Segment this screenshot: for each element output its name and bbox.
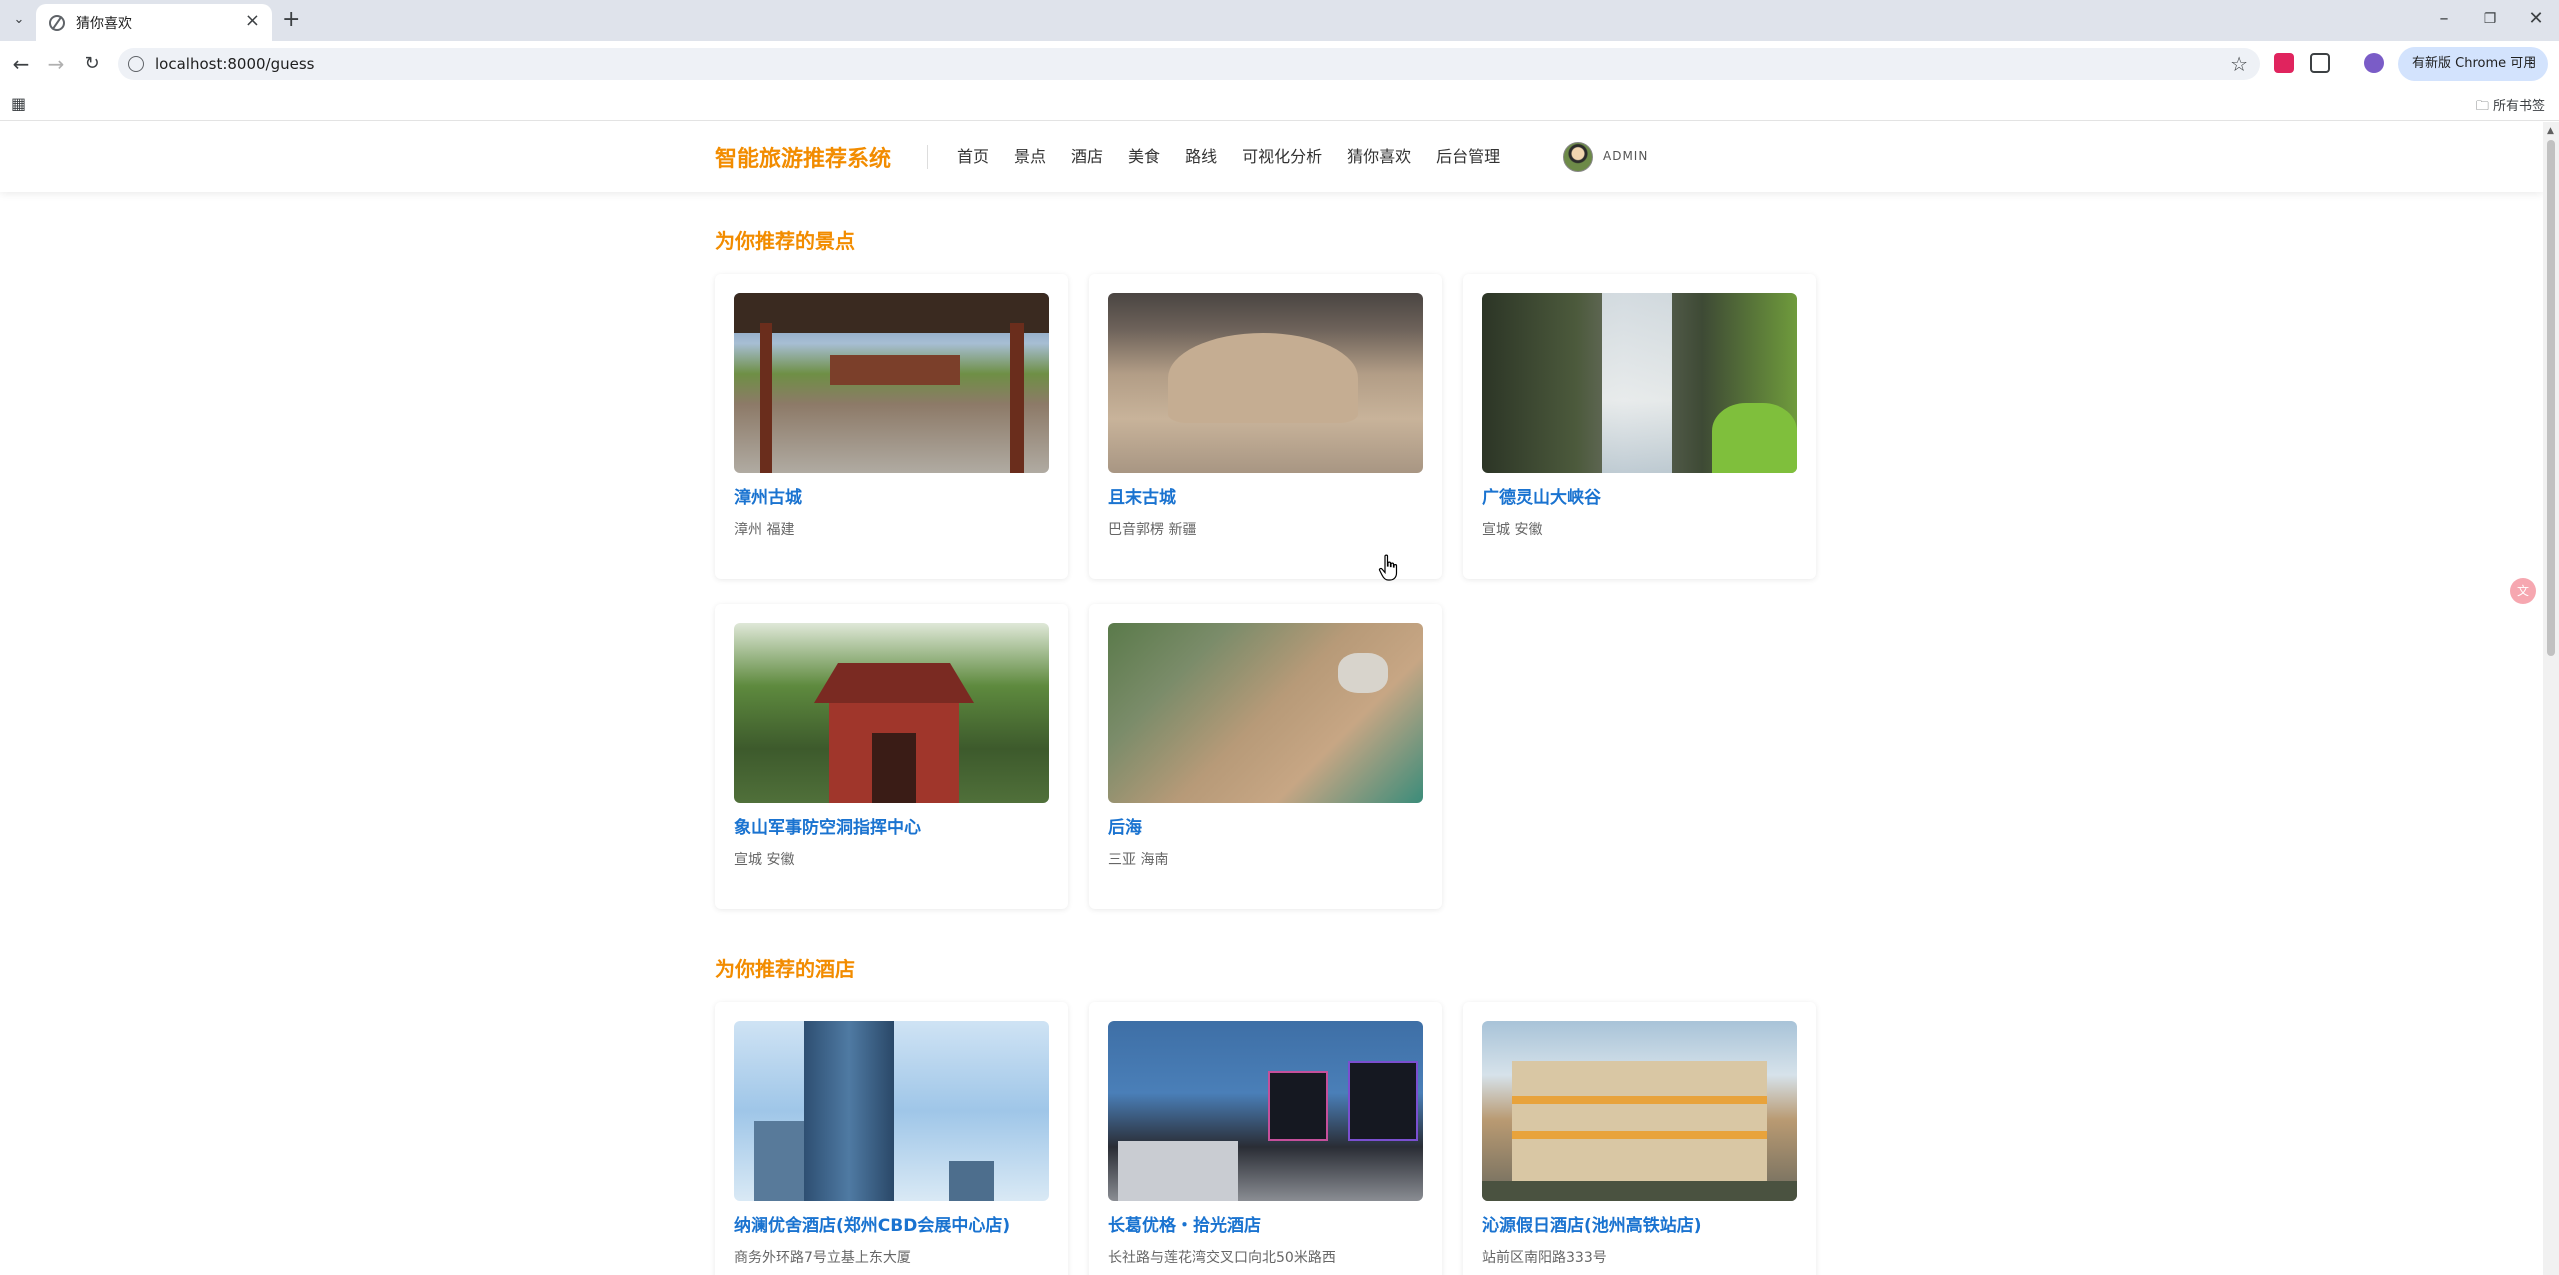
spot-location: 宣城 安徽 [734, 852, 795, 868]
nav-item-hotels[interactable]: 酒店 [1071, 143, 1103, 167]
hotel-card[interactable]: 沁源假日酒店(池州高铁站店) 站前区南阳路333号 [1463, 1002, 1816, 1275]
browser-tabstrip: ⌄ 猜你喜欢 × + – ❐ ✕ [0, 0, 2559, 41]
nav-item-food[interactable]: 美食 [1128, 143, 1160, 167]
apps-grid-icon[interactable]: ▦ [11, 94, 26, 113]
spot-location: 宣城 安徽 [1482, 522, 1543, 538]
nav-item-home[interactable]: 首页 [957, 143, 989, 167]
address-url[interactable]: localhost:8000/guess [155, 55, 315, 73]
spots-section-title: 为你推荐的景点 [715, 229, 855, 253]
spot-location: 巴音郭楞 新疆 [1108, 522, 1197, 538]
restore-window-icon[interactable]: ❐ [2478, 7, 2502, 31]
translate-float-icon[interactable]: 文 [2510, 578, 2536, 604]
nav-item-analytics[interactable]: 可视化分析 [1242, 143, 1322, 167]
reload-icon[interactable]: ↻ [80, 52, 104, 76]
page-viewport: 智能旅游推荐系统 首页 景点 酒店 美食 路线 可视化分析 猜你喜欢 后台管理 … [0, 122, 2543, 1275]
hotel-address: 长社路与莲花湾交叉口向北50米路西 [1108, 1250, 1336, 1266]
spot-card[interactable]: 象山军事防空洞指挥中心 宣城 安徽 [715, 604, 1068, 909]
hotel-address: 站前区南阳路333号 [1482, 1250, 1607, 1266]
spot-name[interactable]: 后海 [1108, 813, 1142, 838]
spot-name[interactable]: 且末古城 [1108, 483, 1176, 508]
tab-search-chevron-icon[interactable]: ⌄ [9, 10, 29, 30]
chrome-update-button[interactable]: 有新版 Chrome 可用 ⋮ [2398, 47, 2548, 81]
browser-tab-active[interactable]: 猜你喜欢 × [36, 4, 272, 41]
spot-card[interactable]: 且末古城 巴音郭楞 新疆 [1089, 274, 1442, 579]
hotel-photo[interactable] [1108, 1021, 1423, 1201]
forward-arrow-icon[interactable]: → [44, 52, 68, 76]
globe-icon [49, 15, 65, 31]
spot-card[interactable]: 后海 三亚 海南 [1089, 604, 1442, 909]
scroll-up-arrow-icon[interactable]: ▲ [2547, 126, 2554, 136]
nav-item-routes[interactable]: 路线 [1185, 143, 1217, 167]
extensions-puzzle-icon[interactable] [2310, 53, 2330, 73]
hotel-name[interactable]: 纳澜优舍酒店(郑州CBD会展中心店) [734, 1211, 1010, 1236]
more-menu-icon[interactable]: ⋮ [2525, 47, 2538, 81]
profile-avatar-icon[interactable] [2364, 53, 2384, 73]
hotels-section-title: 为你推荐的酒店 [715, 957, 855, 981]
extension-red-icon[interactable] [2274, 53, 2294, 73]
hotel-photo[interactable] [1482, 1021, 1797, 1201]
chrome-update-label: 有新版 Chrome 可用 [2412, 56, 2537, 71]
new-tab-plus-icon[interactable]: + [282, 6, 300, 34]
site-info-icon[interactable] [128, 56, 144, 72]
site-header: 智能旅游推荐系统 首页 景点 酒店 美食 路线 可视化分析 猜你喜欢 后台管理 … [0, 122, 2543, 192]
site-logo[interactable]: 智能旅游推荐系统 [715, 141, 891, 173]
bookmark-star-icon[interactable]: ☆ [2230, 52, 2248, 76]
spot-photo[interactable] [734, 623, 1049, 803]
tab-title: 猜你喜欢 [76, 16, 132, 32]
minimize-window-icon[interactable]: – [2432, 7, 2456, 31]
nav-item-spots[interactable]: 景点 [1014, 143, 1046, 167]
page-scrollbar[interactable]: ▲ [2543, 122, 2559, 1275]
browser-toolbar: ← → ↻ localhost:8000/guess ☆ 有新版 Chrome … [0, 41, 2559, 87]
hotel-name[interactable]: 长葛优格・拾光酒店 [1108, 1211, 1261, 1236]
user-avatar[interactable] [1563, 142, 1593, 172]
close-window-icon[interactable]: ✕ [2524, 7, 2548, 31]
nav-item-guess[interactable]: 猜你喜欢 [1347, 143, 1411, 167]
bookmarks-bar: ▦ 🗀 所有书签 [0, 87, 2559, 121]
spot-location: 漳州 福建 [734, 522, 795, 538]
nav-item-admin[interactable]: 后台管理 [1436, 143, 1500, 167]
hand-cursor-icon [1378, 554, 1398, 581]
spot-photo[interactable] [1108, 293, 1423, 473]
spot-name[interactable]: 漳州古城 [734, 483, 802, 508]
main-nav: 首页 景点 酒店 美食 路线 可视化分析 猜你喜欢 后台管理 [957, 143, 1500, 167]
hotel-card[interactable]: 纳澜优舍酒店(郑州CBD会展中心店) 商务外环路7号立基上东大厦 [715, 1002, 1068, 1275]
back-arrow-icon[interactable]: ← [9, 52, 33, 76]
spot-name[interactable]: 广德灵山大峡谷 [1482, 483, 1601, 508]
folder-icon: 🗀 [2475, 99, 2489, 114]
scrollbar-thumb[interactable] [2547, 140, 2555, 656]
hotel-photo[interactable] [734, 1021, 1049, 1201]
hotel-name[interactable]: 沁源假日酒店(池州高铁站店) [1482, 1211, 1702, 1236]
all-bookmarks-button[interactable]: 🗀 所有书签 [2476, 95, 2545, 119]
all-bookmarks-label: 所有书签 [2492, 99, 2545, 114]
user-name[interactable]: ADMIN [1603, 149, 1648, 163]
nav-divider [927, 145, 928, 169]
hotel-address: 商务外环路7号立基上东大厦 [734, 1250, 911, 1266]
spot-card[interactable]: 广德灵山大峡谷 宣城 安徽 [1463, 274, 1816, 579]
address-bar[interactable]: localhost:8000/guess ☆ [118, 48, 2260, 80]
spot-photo[interactable] [1108, 623, 1423, 803]
spot-card[interactable]: 漳州古城 漳州 福建 [715, 274, 1068, 579]
spot-photo[interactable] [734, 293, 1049, 473]
hotel-card[interactable]: 长葛优格・拾光酒店 长社路与莲花湾交叉口向北50米路西 [1089, 1002, 1442, 1275]
tab-close-icon[interactable]: × [245, 11, 260, 31]
spot-photo[interactable] [1482, 293, 1797, 473]
spot-location: 三亚 海南 [1108, 852, 1169, 868]
spot-name[interactable]: 象山军事防空洞指挥中心 [734, 813, 921, 838]
